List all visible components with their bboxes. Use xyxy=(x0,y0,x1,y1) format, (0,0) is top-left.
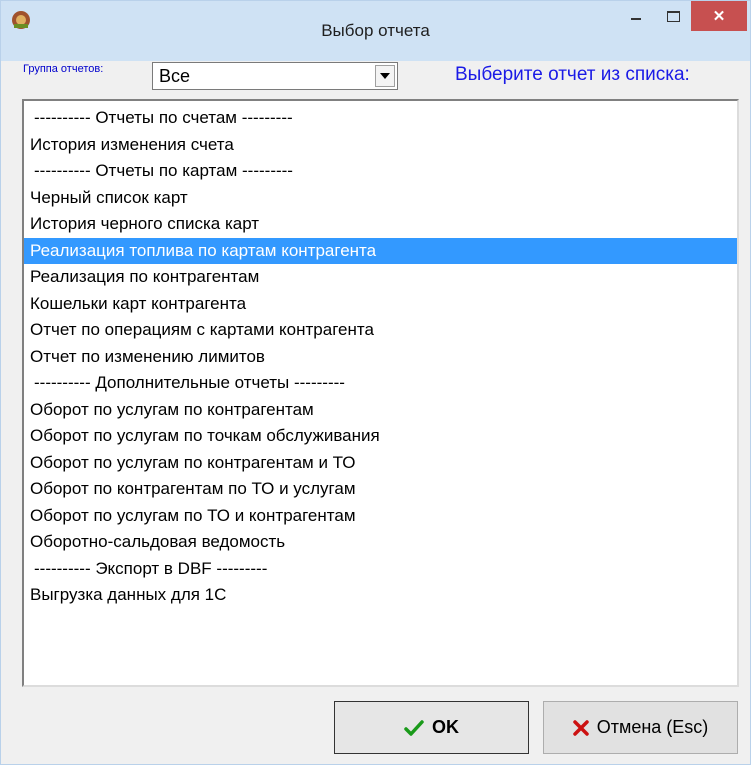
select-report-hint: Выберите отчет из списка: xyxy=(455,64,690,85)
title-bar[interactable]: Выбор отчета ✕ xyxy=(1,1,750,61)
report-list-item[interactable]: Реализация топлива по картам контрагента xyxy=(24,237,737,264)
report-list-item[interactable]: Отчет по изменению лимитов xyxy=(24,344,737,370)
report-list-item[interactable]: Оборот по контрагентам по ТО и услугам xyxy=(24,476,737,502)
report-group-label: Группа отчетов: xyxy=(23,63,104,75)
chevron-down-icon xyxy=(380,73,390,79)
close-button[interactable]: ✕ xyxy=(691,1,747,31)
report-list-item[interactable]: История изменения счета xyxy=(24,132,737,158)
report-list-item[interactable]: Черный список карт xyxy=(24,185,737,211)
report-list-item[interactable]: Отчет по операциям с картами контрагента xyxy=(24,317,737,343)
report-list-item[interactable]: История черного списка карт xyxy=(24,211,737,237)
report-list-item[interactable]: Выгрузка данных для 1С xyxy=(24,582,737,608)
report-group-separator[interactable]: ---------- Экспорт в DBF --------- xyxy=(24,556,737,582)
report-list-item[interactable]: Реализация по контрагентам xyxy=(24,264,737,290)
checkmark-icon xyxy=(404,719,424,737)
report-group-separator[interactable]: ---------- Отчеты по картам --------- xyxy=(24,158,737,184)
report-list-item[interactable]: Оборот по услугам по ТО и контрагентам xyxy=(24,503,737,529)
maximize-button[interactable] xyxy=(659,1,687,31)
maximize-icon xyxy=(666,10,680,22)
minimize-button[interactable] xyxy=(621,1,651,31)
ok-button-label: OK xyxy=(432,717,459,737)
ok-button[interactable]: OK xyxy=(334,701,529,754)
report-list-item[interactable]: Кошельки карт контрагента xyxy=(24,291,737,317)
minimize-icon xyxy=(631,18,641,20)
report-group-value: Все xyxy=(159,66,191,86)
report-list-item[interactable]: Оборот по услугам по контрагентам и ТО xyxy=(24,450,737,476)
report-list-item[interactable]: Оборотно-сальдовая ведомость xyxy=(24,529,737,555)
report-group-select[interactable]: Все xyxy=(152,62,398,90)
dropdown-arrow-button[interactable] xyxy=(375,65,395,87)
close-icon: ✕ xyxy=(712,8,726,25)
report-list-item[interactable]: Оборот по услугам по точкам обслуживания xyxy=(24,423,737,449)
report-group-separator[interactable]: ---------- Отчеты по счетам --------- xyxy=(24,105,737,131)
report-selection-dialog: Выбор отчета ✕ Группа отчетов: Все Выбер… xyxy=(0,0,751,765)
report-list-item[interactable]: Оборот по услугам по контрагентам xyxy=(24,397,737,423)
cross-icon xyxy=(572,719,589,736)
report-list[interactable]: ---------- Отчеты по счетам --------- Ист… xyxy=(22,99,739,687)
cancel-button[interactable]: Отмена (Esc) xyxy=(543,701,738,754)
report-group-separator[interactable]: ---------- Дополнительные отчеты -------… xyxy=(24,370,737,396)
cancel-button-label: Отмена (Esc) xyxy=(596,717,709,737)
